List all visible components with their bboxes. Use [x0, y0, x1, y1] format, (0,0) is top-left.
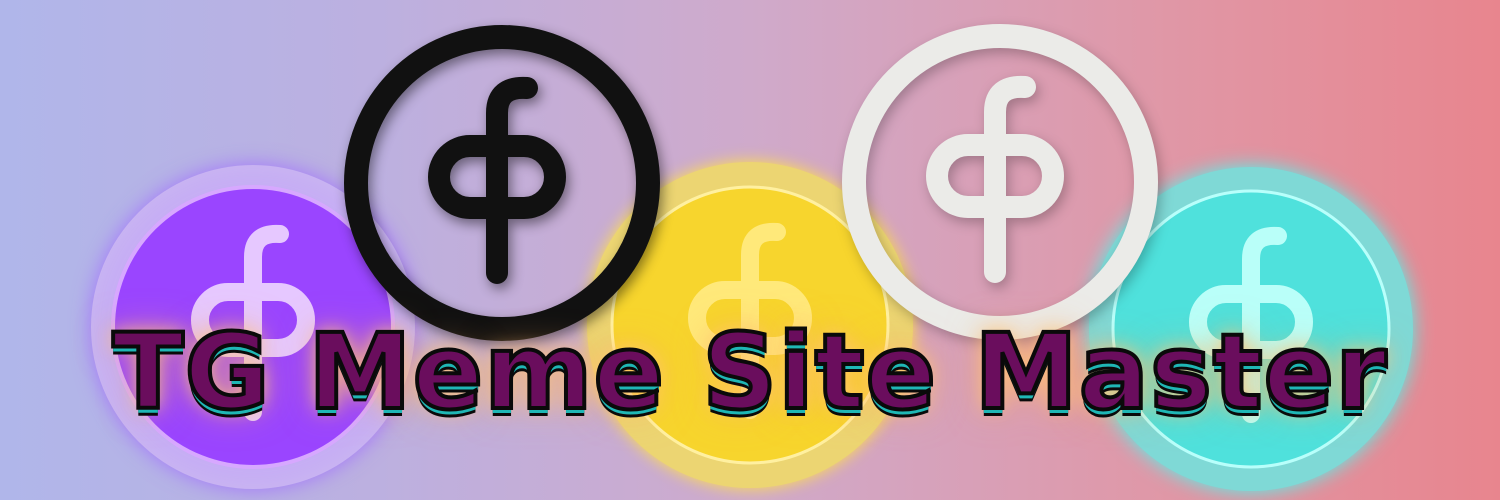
banner-title: TG Meme Site Master	[111, 310, 1389, 434]
white-ring-coin	[835, 17, 1165, 347]
phi-cross-symbol-icon	[926, 75, 1064, 283]
banner: TG Meme Site Master	[0, 0, 1500, 500]
phi-cross-symbol-icon	[428, 76, 566, 284]
black-coin-graphic	[344, 25, 660, 341]
white-coin-graphic	[842, 24, 1158, 340]
black-ring-coin	[337, 18, 667, 348]
